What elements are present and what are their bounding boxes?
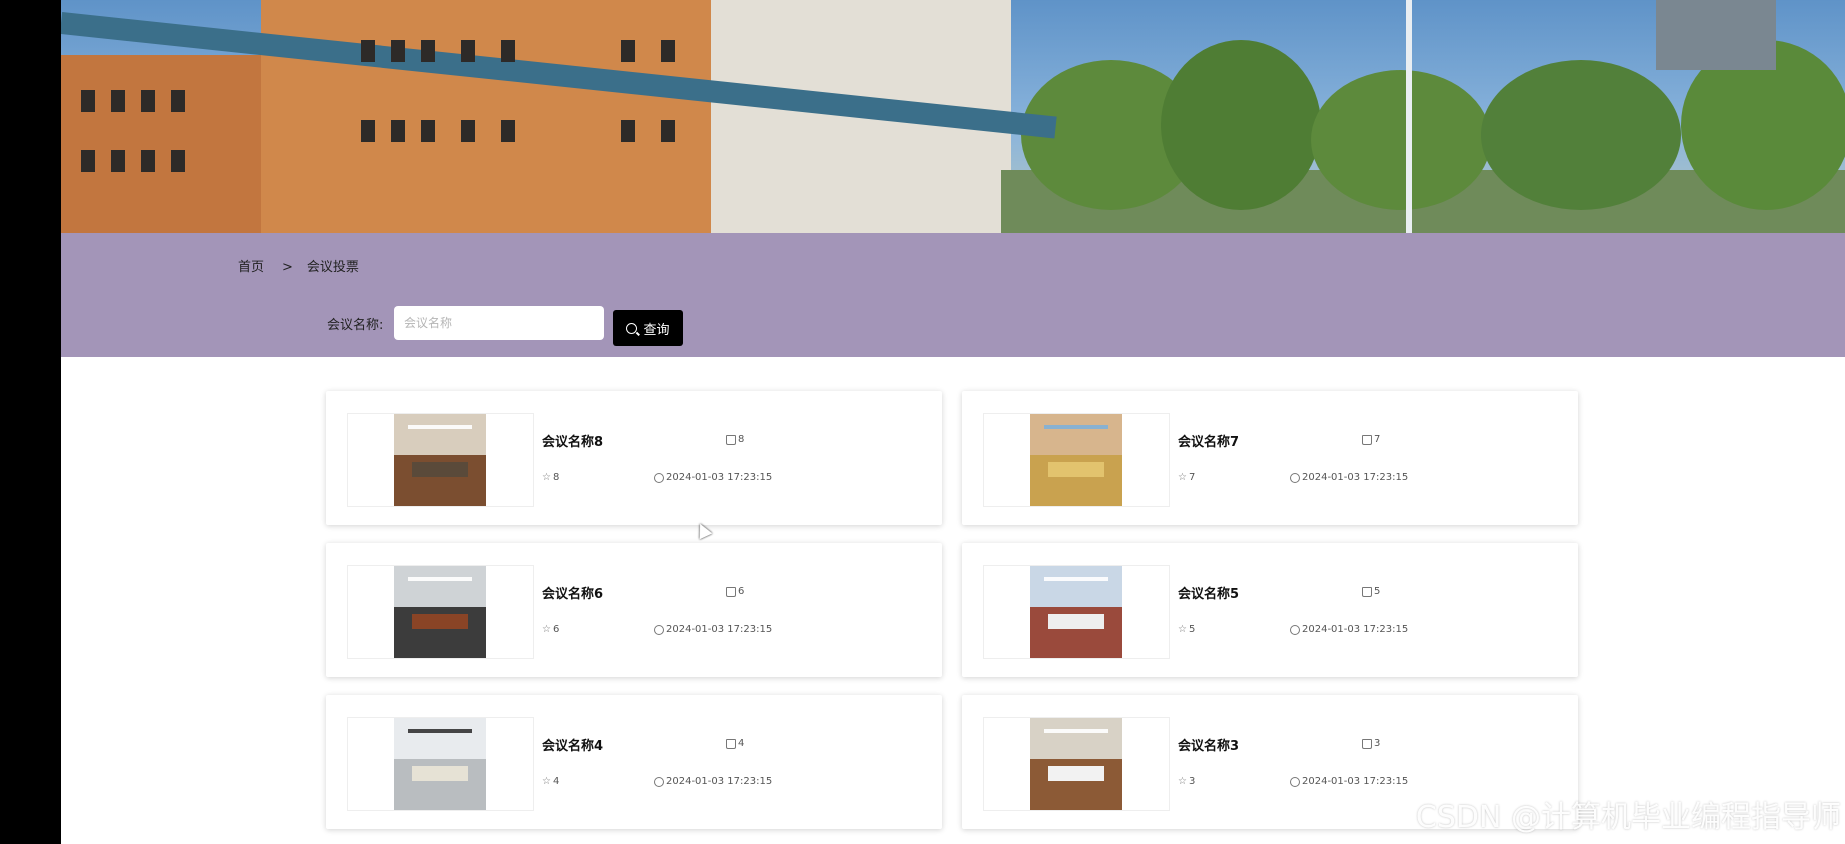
card-image-frame [983,717,1170,811]
card-likes: 3 [1362,738,1380,749]
card-time-value: 2024-01-03 17:23:15 [1302,472,1409,483]
search-icon [626,322,638,334]
card-time-value: 2024-01-03 17:23:15 [666,776,773,787]
card-time: 2024-01-03 17:23:15 [654,624,772,635]
card-time: 2024-01-03 17:23:15 [654,776,772,787]
card-favorites-count: 7 [1188,472,1196,483]
star-icon: ☆ [1178,471,1187,483]
thumbs-up-icon [726,738,736,749]
card-favorites-count: 8 [552,472,560,483]
card-favorites-count: 5 [1188,624,1196,635]
card-time-value: 2024-01-03 17:23:15 [1302,776,1409,787]
meeting-room-image [394,566,486,658]
card-likes: 5 [1362,586,1380,597]
card-time: 2024-01-03 17:23:15 [1290,472,1408,483]
clock-icon [654,472,664,483]
card-favorites: ☆ 3 [1178,776,1195,787]
card-likes-count: 3 [1374,738,1381,749]
thumbs-up-icon [726,434,736,445]
search-button-label: 查询 [643,322,670,338]
card-likes: 6 [726,586,744,597]
clock-icon [1290,472,1300,483]
card-favorites: ☆ 7 [1178,472,1195,483]
card-likes: 4 [726,738,744,749]
card-title[interactable]: 会议名称6 [542,583,603,602]
breadcrumb-separator: > [282,260,293,275]
card-favorites: ☆ 5 [1178,624,1195,635]
meeting-card[interactable]: 会议名称6 6 ☆ 6 2024-01-03 17:23:15 [326,543,942,677]
card-image-frame [347,413,534,507]
meeting-room-image [394,718,486,810]
card-likes-count: 7 [1374,434,1381,445]
star-icon: ☆ [1178,775,1187,787]
star-icon: ☆ [1178,623,1187,635]
search-button[interactable]: 查询 [613,310,683,346]
card-likes: 8 [726,434,744,445]
card-title[interactable]: 会议名称8 [542,431,603,450]
meeting-card[interactable]: 会议名称8 8 ☆ 8 2024-01-03 17:23:15 [326,391,942,525]
card-image-frame [983,565,1170,659]
card-image-frame [347,565,534,659]
card-title[interactable]: 会议名称7 [1178,431,1239,450]
breadcrumb: 首页 > 会议投票 [238,256,359,275]
meeting-card[interactable]: 会议名称5 5 ☆ 5 2024-01-03 17:23:15 [962,543,1578,677]
meeting-room-image [1030,414,1122,506]
meeting-room-image [394,414,486,506]
card-time-value: 2024-01-03 17:23:15 [666,472,773,483]
card-favorites-count: 4 [552,776,560,787]
meeting-card[interactable]: 会议名称7 7 ☆ 7 2024-01-03 17:23:15 [962,391,1578,525]
card-favorites: ☆ 4 [542,776,559,787]
card-time: 2024-01-03 17:23:15 [654,472,772,483]
card-likes-count: 6 [738,586,745,597]
star-icon: ☆ [542,471,551,483]
card-time: 2024-01-03 17:23:15 [1290,624,1408,635]
campus-banner-image [61,0,1845,233]
meeting-room-image [1030,718,1122,810]
meeting-card[interactable]: 会议名称4 4 ☆ 4 2024-01-03 17:23:15 [326,695,942,829]
breadcrumb-home[interactable]: 首页 [238,256,264,275]
meeting-room-image [1030,566,1122,658]
card-likes-count: 5 [1374,586,1381,597]
clock-icon [654,776,664,787]
thumbs-up-icon [1362,434,1372,445]
card-title[interactable]: 会议名称3 [1178,735,1239,754]
search-label: 会议名称: [327,318,384,333]
watermark: CSDN @计算机毕业编程指导师 [1415,800,1841,835]
thumbs-up-icon [1362,586,1372,597]
purple-header [61,233,1845,357]
card-likes-count: 4 [738,738,745,749]
card-time-value: 2024-01-03 17:23:15 [666,624,773,635]
card-time-value: 2024-01-03 17:23:15 [1302,624,1409,635]
card-favorites-count: 3 [1188,776,1196,787]
star-icon: ☆ [542,775,551,787]
clock-icon [1290,776,1300,787]
star-icon: ☆ [542,623,551,635]
card-likes: 7 [1362,434,1380,445]
thumbs-up-icon [726,586,736,597]
card-likes-count: 8 [738,434,745,445]
card-image-frame [983,413,1170,507]
card-title[interactable]: 会议名称4 [542,735,603,754]
card-favorites: ☆ 8 [542,472,559,483]
breadcrumb-current: 会议投票 [306,260,359,275]
left-black-bar [0,0,61,844]
card-favorites: ☆ 6 [542,624,559,635]
search-input[interactable] [394,306,604,340]
clock-icon [1290,624,1300,635]
card-title[interactable]: 会议名称5 [1178,583,1239,602]
card-time: 2024-01-03 17:23:15 [1290,776,1408,787]
clock-icon [654,624,664,635]
card-image-frame [347,717,534,811]
card-favorites-count: 6 [552,624,560,635]
thumbs-up-icon [1362,738,1372,749]
page: 首页>会议投票 会议名称: 查询 会议名称8 8 ☆8 2024-01-03 1… [61,0,1845,844]
